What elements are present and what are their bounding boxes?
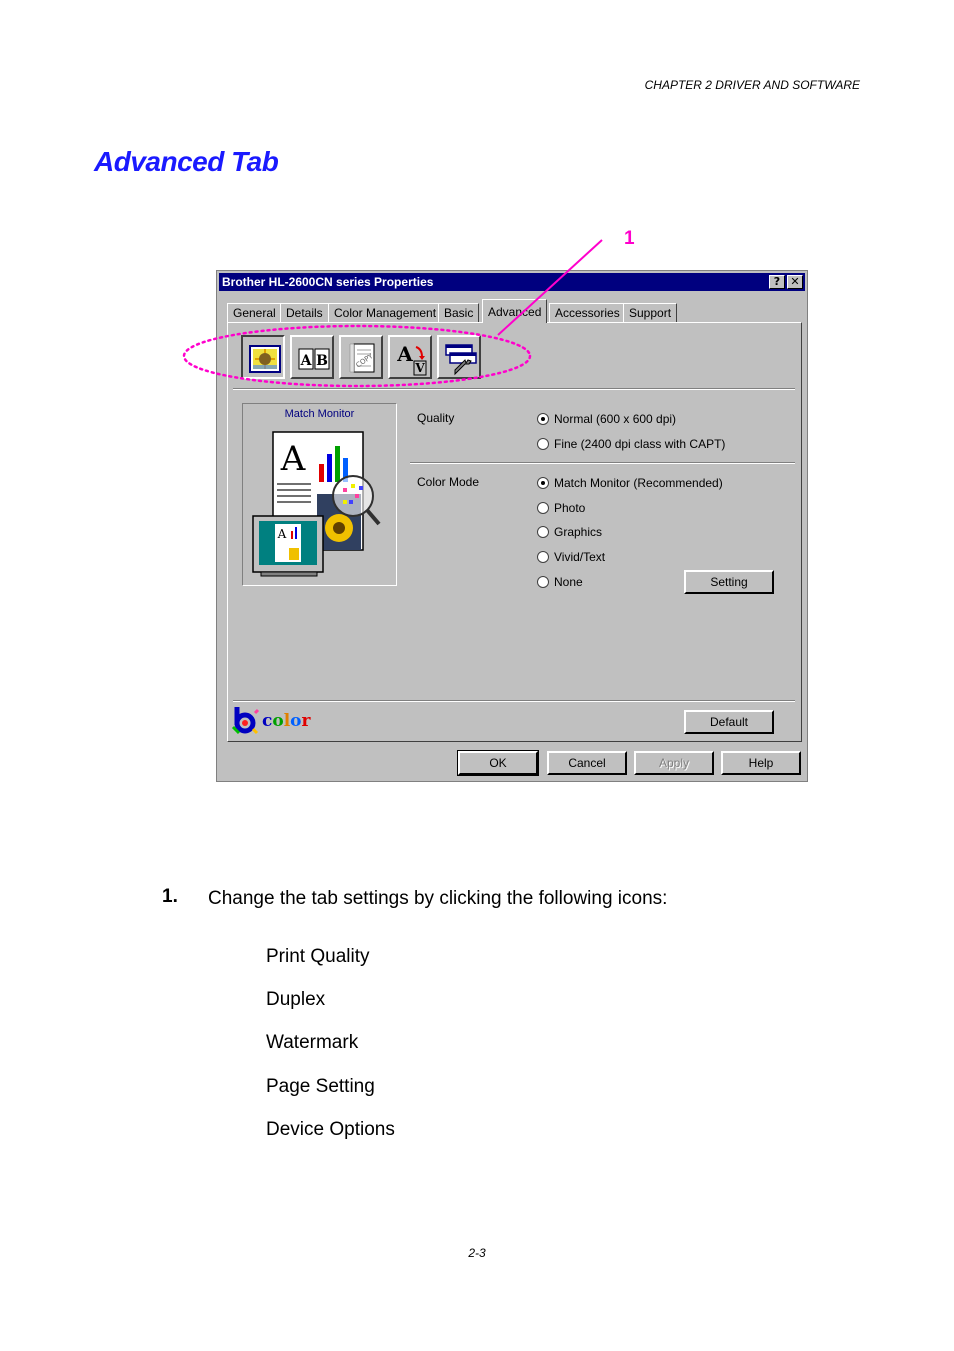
default-button[interactable]: Default (684, 710, 774, 734)
svg-text:V: V (414, 361, 425, 375)
page-setting-icon: A V (396, 342, 427, 376)
watermark-icon: COPY (349, 343, 375, 373)
list-item: Print Quality (266, 946, 370, 967)
print-quality-icon (249, 345, 281, 373)
separator (233, 700, 795, 702)
page-number: 2-3 (468, 1246, 486, 1260)
brother-color-logo-icon (231, 707, 259, 735)
tab-details[interactable]: Details (280, 303, 329, 322)
title-bar[interactable]: Brother HL-2600CN series Properties ? ✕ (219, 273, 805, 291)
duplex-button[interactable]: A B (290, 335, 334, 379)
print-quality-button[interactable] (241, 335, 285, 379)
color-mode-none-radio[interactable] (537, 576, 549, 588)
color-mode-match-monitor-radio[interactable] (537, 477, 549, 489)
tab-advanced[interactable]: Advanced (482, 299, 548, 323)
color-mode-photo-label[interactable]: Photo (554, 501, 585, 515)
tab-color-management[interactable]: Color Management (328, 303, 443, 322)
callout-number: 1 (624, 228, 635, 249)
page-setting-button[interactable]: A V (388, 335, 432, 379)
color-mode-label: Color Mode (417, 475, 480, 489)
color-mode-graphics-radio[interactable] (537, 526, 549, 538)
separator (233, 388, 795, 390)
preview-panel: Match Monitor A A (242, 403, 397, 586)
device-options-icon (445, 344, 477, 376)
device-options-button[interactable] (437, 335, 481, 379)
svg-text:A: A (277, 527, 287, 541)
properties-dialog: Brother HL-2600CN series Properties ? ✕ … (216, 270, 808, 782)
quality-fine-radio[interactable] (537, 438, 549, 450)
quality-normal-label[interactable]: Normal (600 x 600 dpi) (554, 412, 676, 426)
running-header: CHAPTER 2 DRIVER AND SOFTWARE (644, 78, 860, 92)
list-item: Device Options (266, 1119, 395, 1140)
dialog-title: Brother HL-2600CN series Properties (222, 275, 434, 289)
svg-text:A: A (300, 353, 313, 369)
quality-label: Quality (417, 411, 455, 425)
step-number: 1. (162, 886, 178, 907)
setting-button[interactable]: Setting (684, 570, 774, 594)
page-title: Advanced Tab (94, 146, 279, 177)
duplex-icon: A B (298, 348, 330, 370)
brother-color-logo: color (262, 711, 311, 731)
cancel-button[interactable]: Cancel (547, 751, 627, 775)
tab-general[interactable]: General (227, 303, 282, 322)
tab-accessories[interactable]: Accessories (549, 303, 626, 322)
help-title-button[interactable]: ? (769, 275, 785, 289)
match-monitor-illustration: A A (252, 431, 381, 577)
tab-basic[interactable]: Basic (438, 303, 480, 322)
preview-label: Match Monitor (284, 408, 355, 420)
list-item: Page Setting (266, 1076, 375, 1097)
step-text: Change the tab settings by clicking the … (208, 888, 668, 909)
list-item: Duplex (266, 989, 326, 1010)
help-button[interactable]: Help (721, 751, 801, 775)
separator (410, 462, 795, 464)
color-mode-vivid-text-radio[interactable] (537, 551, 549, 563)
svg-text:A: A (396, 342, 413, 366)
watermark-button[interactable]: COPY (339, 335, 383, 379)
svg-text:A: A (280, 439, 306, 479)
tab-support[interactable]: Support (623, 303, 678, 322)
ok-button[interactable]: OK (457, 750, 539, 776)
color-mode-photo-radio[interactable] (537, 502, 549, 514)
color-mode-graphics-label[interactable]: Graphics (554, 525, 602, 539)
color-mode-none-label[interactable]: None (554, 575, 583, 589)
quality-fine-label[interactable]: Fine (2400 dpi class with CAPT) (554, 437, 725, 451)
color-mode-vivid-text-label[interactable]: Vivid/Text (554, 550, 605, 564)
apply-button[interactable]: Apply (634, 751, 714, 775)
svg-text:B: B (316, 353, 328, 369)
quality-normal-radio[interactable] (537, 413, 549, 425)
close-button[interactable]: ✕ (787, 275, 803, 289)
color-mode-match-monitor-label[interactable]: Match Monitor (Recommended) (554, 476, 723, 490)
list-item: Watermark (266, 1032, 359, 1053)
